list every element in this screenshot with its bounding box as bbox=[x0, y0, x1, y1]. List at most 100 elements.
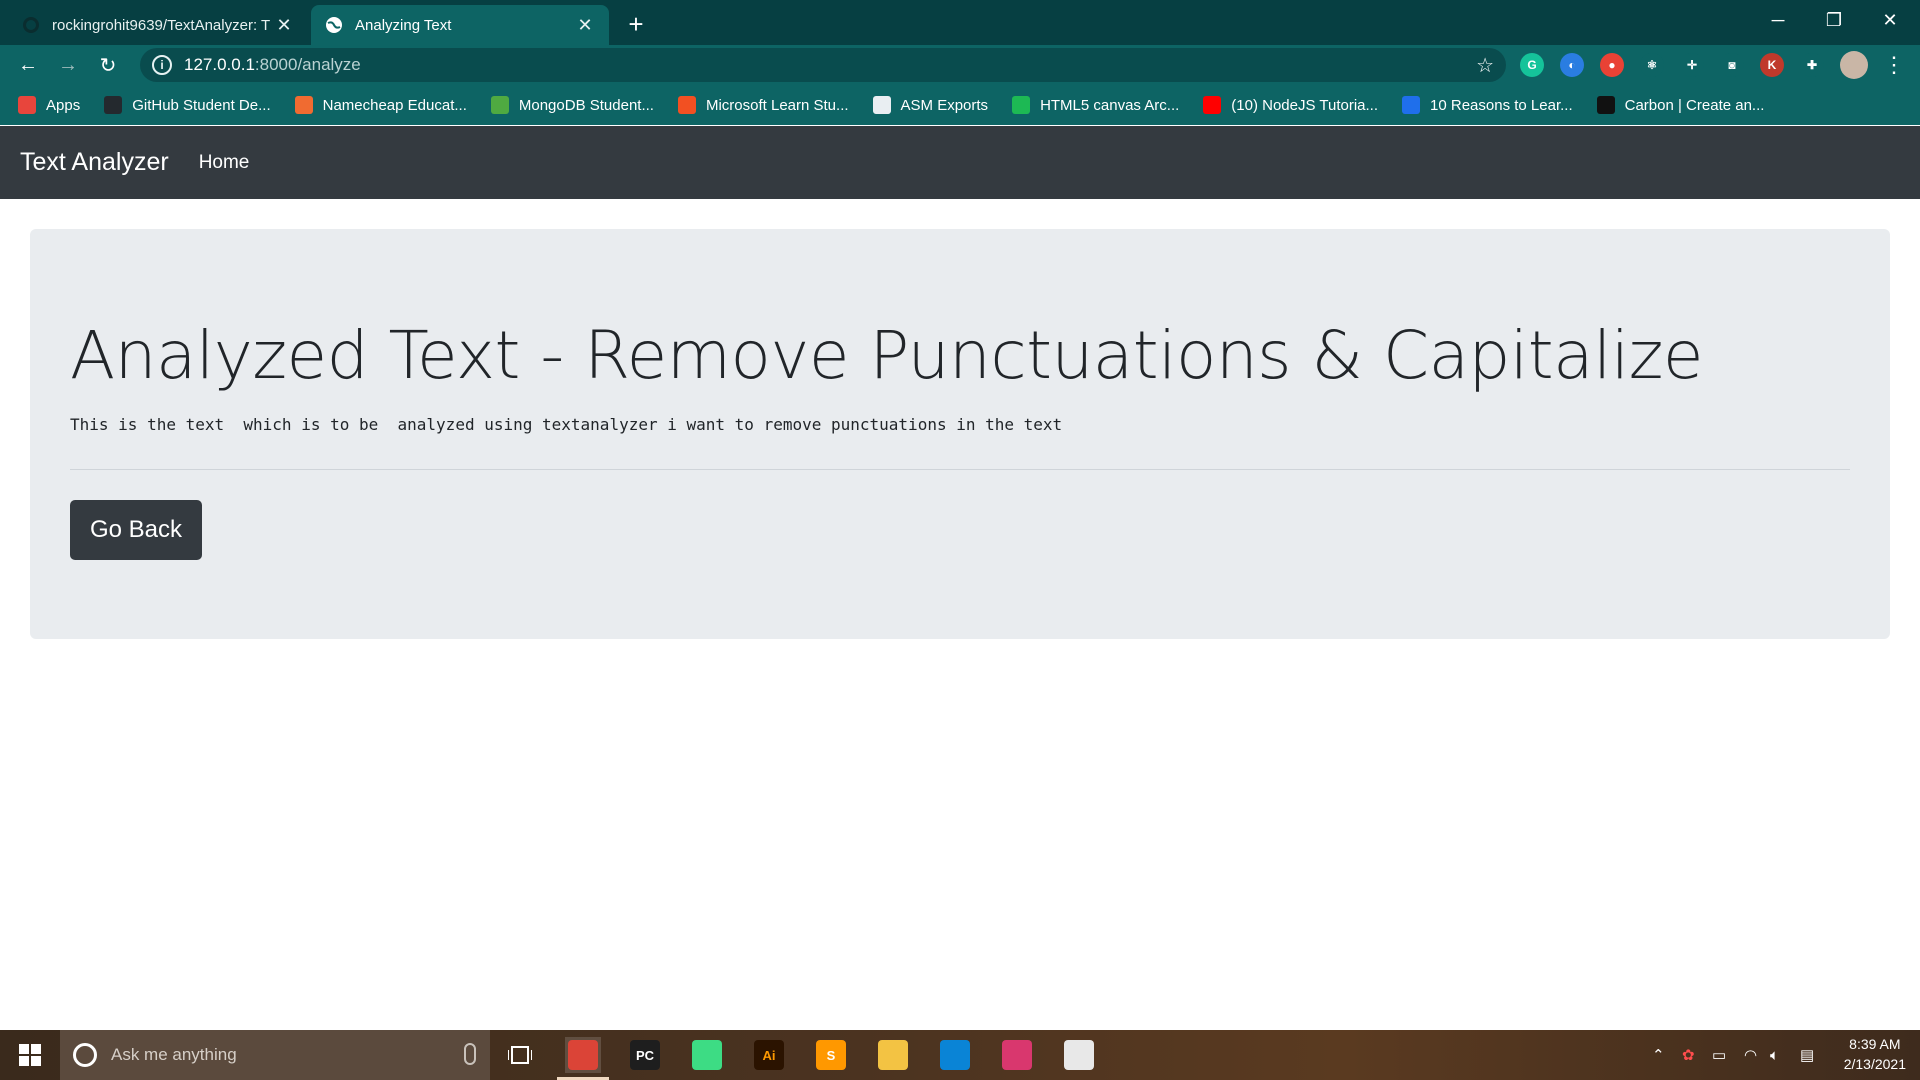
document-icon bbox=[872, 96, 891, 114]
url-host: 127.0.0.1 bbox=[184, 55, 255, 74]
bookmark-item[interactable]: Microsoft Learn Stu... bbox=[677, 96, 849, 114]
bookmark-label: (10) NodeJS Tutoria... bbox=[1231, 96, 1379, 114]
bookmark-label: 10 Reasons to Lear... bbox=[1430, 96, 1573, 114]
bookmark-item[interactable]: Apps bbox=[18, 96, 80, 114]
pycharm-glyph: PC bbox=[630, 1040, 660, 1070]
tab-title: rockingrohit9639/TextAnalyzer: T bbox=[52, 16, 271, 34]
url-path: :8000/analyze bbox=[254, 55, 361, 74]
battery-icon[interactable]: ▭ bbox=[1712, 1030, 1726, 1080]
sublime-text-icon[interactable]: S bbox=[813, 1037, 849, 1073]
browser-toolbar: ← → ↻ i 127.0.0.1:8000/analyze ☆ G ◐ ● ⚛ ✛ ◙ K… bbox=[0, 45, 1920, 85]
volume-icon[interactable]: 🔈︎ bbox=[1770, 1030, 1779, 1080]
color-wheel-icon[interactable]: ● bbox=[1600, 53, 1624, 77]
wifi-icon[interactable]: ◠ bbox=[1744, 1030, 1757, 1080]
search-placeholder: Ask me anything bbox=[111, 1045, 237, 1064]
clock-date: 2/13/2021 bbox=[1843, 1056, 1906, 1072]
file-explorer-glyph bbox=[878, 1040, 908, 1070]
acrobat-tray-icon[interactable]: ✿ bbox=[1682, 1030, 1695, 1080]
paint-glyph bbox=[1064, 1040, 1094, 1070]
namecheap-icon bbox=[294, 96, 313, 114]
bookmark-label: Namecheap Educat... bbox=[322, 96, 467, 114]
bookmark-item[interactable]: HTML5 canvas Arc... bbox=[1012, 96, 1179, 114]
tab-strip: rockingrohit9639/TextAnalyzer: T ✕ Analy… bbox=[0, 0, 1920, 45]
tab-close-icon[interactable]: ✕ bbox=[575, 15, 595, 36]
android-studio-icon[interactable] bbox=[689, 1037, 725, 1073]
illustrator-glyph: Ai bbox=[754, 1040, 784, 1070]
vscode-icon[interactable] bbox=[937, 1037, 973, 1073]
navbar-brand[interactable]: Text Analyzer bbox=[20, 148, 169, 177]
system-clock[interactable]: 8:39 AM 2/13/2021 bbox=[1844, 1034, 1906, 1074]
new-tab-button[interactable]: + bbox=[620, 9, 652, 41]
bookmark-star-icon[interactable]: ☆ bbox=[1476, 53, 1494, 78]
tab-title: Analyzing Text bbox=[355, 16, 452, 34]
nav-home-link[interactable]: Home bbox=[199, 152, 250, 174]
task-view-icon[interactable] bbox=[502, 1037, 538, 1073]
go-back-button[interactable]: Go Back bbox=[70, 500, 202, 560]
minimize-button[interactable]: ─ bbox=[1750, 0, 1806, 40]
windows-taskbar: Ask me anything PC Ai S ⌃ ✿ ▭ ◠ 🔈︎ ▤ 8:39 … bbox=[0, 1030, 1920, 1080]
reload-icon[interactable]: ↻ bbox=[92, 49, 124, 81]
grammarly-icon[interactable]: G bbox=[1520, 53, 1544, 77]
file-explorer-icon[interactable] bbox=[875, 1037, 911, 1073]
menu-kebab-icon[interactable]: ⋮ bbox=[1878, 49, 1910, 81]
bookmark-label: Carbon | Create an... bbox=[1624, 96, 1765, 114]
youtube-icon bbox=[1203, 96, 1222, 114]
bookmark-item[interactable]: Carbon | Create an... bbox=[1596, 96, 1765, 114]
android-studio-glyph bbox=[692, 1040, 722, 1070]
tab-close-icon[interactable]: ✕ bbox=[274, 15, 294, 36]
globe-icon bbox=[325, 16, 343, 34]
back-arrow-icon[interactable]: ← bbox=[12, 49, 44, 81]
bookmarks-bar: Apps GitHub Student De... Namecheap Educat… bbox=[0, 85, 1920, 125]
pycharm-icon[interactable]: PC bbox=[627, 1037, 663, 1073]
page-title: Analyzed Text - Remove Punctuations & Ca… bbox=[70, 317, 1704, 394]
microsoft-icon bbox=[677, 96, 696, 114]
ruler-icon[interactable]: ✛ bbox=[1680, 53, 1704, 77]
github-icon bbox=[22, 16, 40, 34]
bookmark-label: Apps bbox=[46, 96, 81, 114]
snip-sketch-icon[interactable] bbox=[999, 1037, 1035, 1073]
bookmark-label: HTML5 canvas Arc... bbox=[1040, 96, 1180, 114]
close-window-button[interactable]: ✕ bbox=[1862, 0, 1918, 40]
forward-arrow-icon[interactable]: → bbox=[52, 49, 84, 81]
tab-analyzing-text[interactable]: Analyzing Text ✕ bbox=[311, 5, 609, 45]
sublime-text-glyph: S bbox=[816, 1040, 846, 1070]
paint-icon[interactable] bbox=[1061, 1037, 1097, 1073]
result-panel: Analyzed Text - Remove Punctuations & Ca… bbox=[30, 229, 1890, 639]
illustrator-icon[interactable]: Ai bbox=[751, 1037, 787, 1073]
microphone-icon[interactable] bbox=[464, 1043, 476, 1065]
profile-avatar[interactable] bbox=[1840, 51, 1868, 79]
bookmark-label: Microsoft Learn Stu... bbox=[705, 96, 849, 114]
puzzle-icon[interactable]: ✚ bbox=[1800, 53, 1824, 77]
bookmark-item[interactable]: GitHub Student De... bbox=[104, 96, 271, 114]
divider bbox=[70, 469, 1850, 470]
show-hidden-icons[interactable]: ⌃ bbox=[1652, 1030, 1665, 1080]
bookmark-item[interactable]: ASM Exports bbox=[872, 96, 989, 114]
bookmark-item[interactable]: (10) NodeJS Tutoria... bbox=[1203, 96, 1378, 114]
k-extension-icon[interactable]: K bbox=[1760, 53, 1784, 77]
bookmark-item[interactable]: Namecheap Educat... bbox=[294, 96, 467, 114]
windows-start-icon[interactable] bbox=[0, 1030, 60, 1080]
site-navbar: Text Analyzer Home bbox=[0, 126, 1920, 199]
react-icon[interactable]: ⚛ bbox=[1640, 53, 1664, 77]
carbon-icon bbox=[1596, 96, 1615, 114]
camera-icon[interactable]: ◙ bbox=[1720, 53, 1744, 77]
address-bar[interactable]: i 127.0.0.1:8000/analyze ☆ bbox=[140, 48, 1506, 82]
snip-sketch-glyph bbox=[1002, 1040, 1032, 1070]
taskbar-search-box[interactable]: Ask me anything bbox=[60, 1030, 490, 1080]
bookmark-item[interactable]: MongoDB Student... bbox=[490, 96, 654, 114]
bookmark-item[interactable]: 10 Reasons to Lear... bbox=[1402, 96, 1573, 114]
chrome-icon[interactable] bbox=[557, 1037, 609, 1080]
restore-button[interactable]: ❐ bbox=[1806, 0, 1862, 40]
bookmark-label: GitHub Student De... bbox=[132, 96, 271, 114]
sync-icon[interactable]: ◐ bbox=[1560, 53, 1584, 77]
k-icon bbox=[1012, 96, 1031, 114]
cortana-icon[interactable] bbox=[73, 1043, 97, 1067]
bookmark-label: MongoDB Student... bbox=[518, 96, 654, 114]
tab-github[interactable]: rockingrohit9639/TextAnalyzer: T ✕ bbox=[8, 5, 308, 45]
bookmark-label: ASM Exports bbox=[900, 96, 989, 114]
info-icon[interactable]: i bbox=[152, 55, 172, 75]
chrome-glyph bbox=[568, 1040, 598, 1070]
vscode-glyph bbox=[940, 1040, 970, 1070]
pb-icon bbox=[1402, 96, 1421, 114]
notification-icon[interactable]: ▤ bbox=[1800, 1030, 1814, 1080]
